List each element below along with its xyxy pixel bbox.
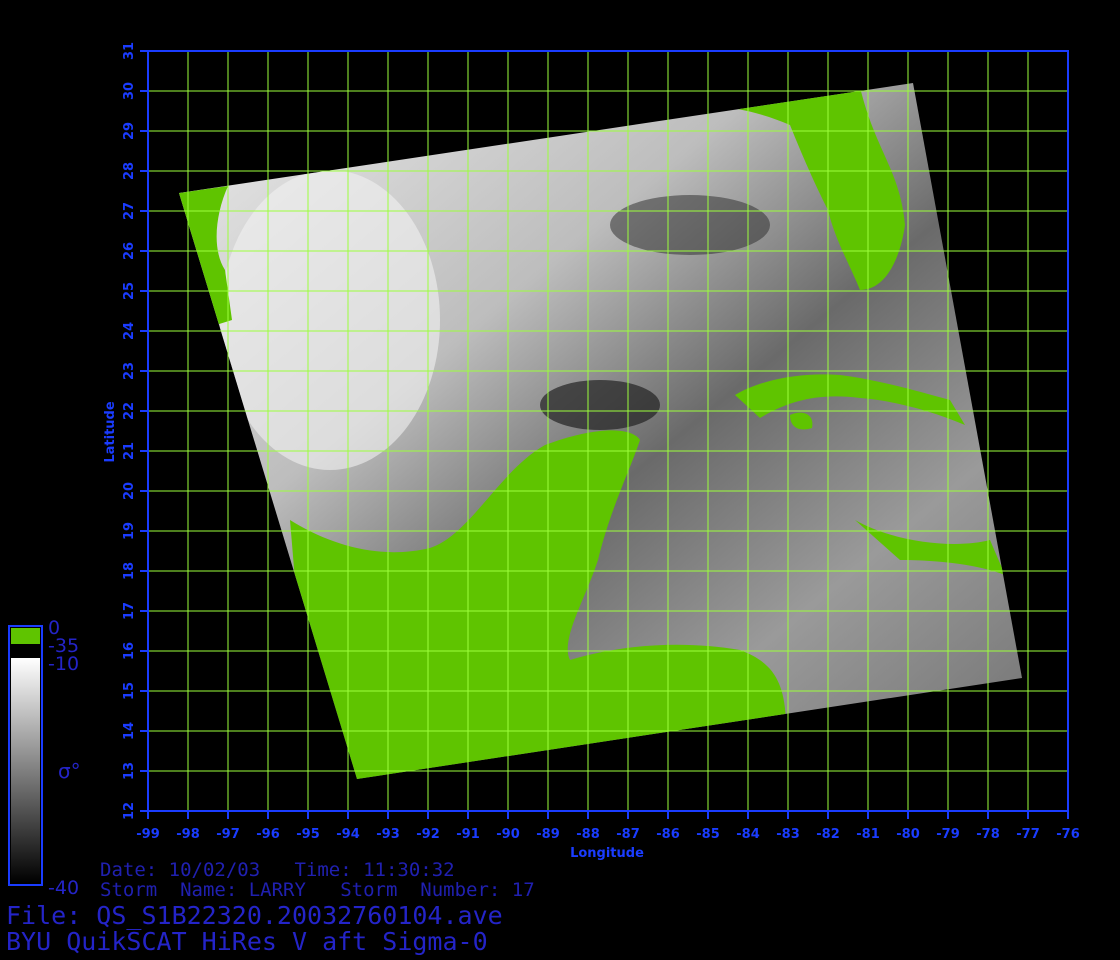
lon-tick-label: -83: [776, 827, 800, 842]
colorbar-bottom-label: -40: [48, 877, 79, 899]
bright-patch-west: [220, 170, 440, 470]
lat-tick-label: 26: [122, 242, 137, 260]
lon-tick-label: -96: [256, 827, 280, 842]
lon-tick-label: -93: [376, 827, 400, 842]
colorbar-upper-label: -10: [48, 653, 79, 675]
lat-tick-label: 31: [122, 42, 137, 60]
lon-tick-label: -99: [136, 827, 160, 842]
lon-tick-label: -80: [896, 827, 920, 842]
lon-tick-label: -86: [656, 827, 680, 842]
lon-tick-label: -85: [696, 827, 720, 842]
colorbar: 0 -35 -10 σ° -40: [8, 617, 81, 899]
file-name-line: File: QS_S1B22320.20032760104.ave: [6, 901, 503, 930]
y-axis-label: Latitude: [103, 401, 118, 463]
lat-tick-label: 19: [122, 522, 137, 540]
latitude-ticks: 12 13 14 15 16 17 18 19 20 21 22 23 24 25 26 27 28 29 30 31: [122, 42, 148, 820]
colorbar-gray-ramp: [11, 658, 40, 883]
lat-tick-label: 15: [122, 682, 137, 700]
storm-line: Storm Name: LARRY Storm Number: 17: [100, 879, 535, 901]
lat-tick-label: 24: [122, 322, 137, 340]
dark-patch-north: [610, 195, 770, 255]
lat-tick-label: 29: [122, 122, 137, 140]
lat-tick-label: 21: [122, 442, 137, 460]
lat-tick-label: 23: [122, 362, 137, 380]
lon-tick-label: -91: [456, 827, 480, 842]
lon-tick-label: -84: [736, 827, 760, 842]
lon-tick-label: -81: [856, 827, 880, 842]
lat-tick-label: 16: [122, 642, 137, 660]
lat-tick-label: 13: [122, 762, 137, 780]
x-axis-label: Longitude: [570, 846, 644, 861]
lat-tick-label: 25: [122, 282, 137, 300]
lat-tick-label: 27: [122, 202, 137, 220]
swath-image: [179, 83, 1022, 779]
lon-tick-label: -98: [176, 827, 200, 842]
lat-tick-label: 17: [122, 602, 137, 620]
lon-tick-label: -92: [416, 827, 440, 842]
dark-patch-center: [540, 380, 660, 430]
lat-tick-label: 28: [122, 162, 137, 180]
lon-tick-label: -76: [1056, 827, 1080, 842]
lon-tick-label: -87: [616, 827, 640, 842]
colorbar-symbol: σ°: [58, 759, 81, 783]
lon-tick-label: -90: [496, 827, 520, 842]
lon-tick-label: -97: [216, 827, 240, 842]
colorbar-black-segment: [11, 644, 40, 658]
lon-tick-label: -89: [536, 827, 560, 842]
lon-tick-label: -82: [816, 827, 840, 842]
lat-tick-label: 12: [122, 802, 137, 820]
longitude-ticks: -99 -98 -97 -96 -95 -94 -93 -92 -91 -90 -89 -88 -87 -…: [136, 811, 1080, 842]
lat-tick-label: 20: [122, 482, 137, 500]
map-figure: -99 -98 -97 -96 -95 -94 -93 -92 -91 -90 -89 -88 -87 -…: [8, 42, 1080, 899]
lon-tick-label: -77: [1016, 827, 1040, 842]
lon-tick-label: -88: [576, 827, 600, 842]
lon-tick-label: -79: [936, 827, 960, 842]
lat-tick-label: 18: [122, 562, 137, 580]
lon-tick-label: -78: [976, 827, 1000, 842]
lon-tick-label: -94: [336, 827, 360, 842]
product-title-line: BYU QuikSCAT HiRes V aft Sigma-0: [6, 927, 488, 956]
lon-tick-label: -95: [296, 827, 320, 842]
lat-tick-label: 14: [122, 722, 137, 740]
colorbar-green-segment: [11, 628, 40, 644]
date-time-line: Date: 10/02/03 Time: 11:30:32: [100, 859, 455, 881]
lat-tick-label: 30: [122, 82, 137, 100]
lat-tick-label: 22: [122, 402, 137, 420]
